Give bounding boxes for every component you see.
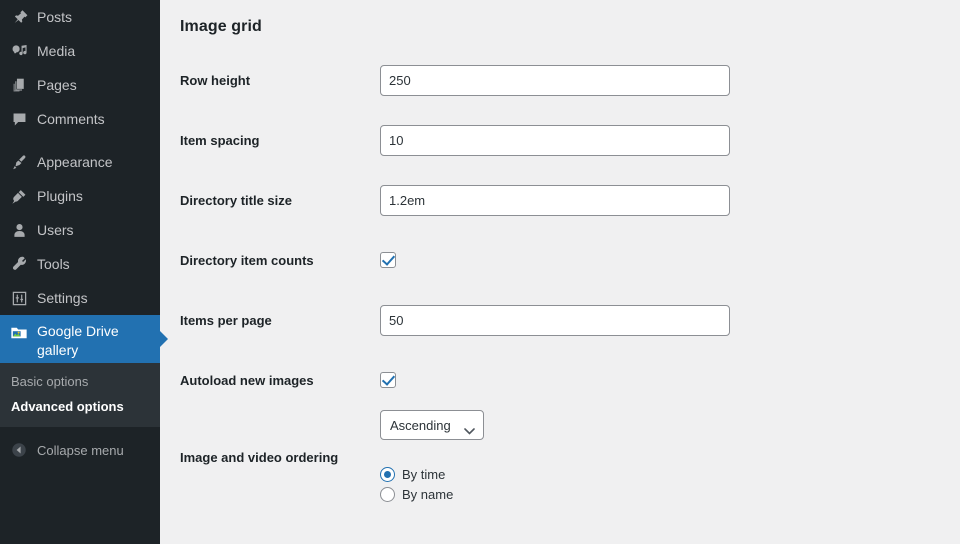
sort-by-name-option[interactable]: By name	[380, 484, 940, 504]
row-height-input[interactable]	[380, 65, 730, 96]
directory-title-size-input[interactable]	[380, 185, 730, 216]
field-row-directory-item-counts: Directory item counts	[180, 230, 940, 290]
sidebar-item-label: Tools	[37, 257, 70, 271]
submenu-item-advanced-options[interactable]: Advanced options	[0, 394, 160, 419]
field-label-row-height: Row height	[180, 50, 380, 110]
sidebar-item-media[interactable]: Media	[0, 34, 160, 68]
item-spacing-input[interactable]	[380, 125, 730, 156]
sidebar-separator	[0, 136, 160, 145]
ordering-select[interactable]: Ascending Descending	[380, 410, 484, 440]
sort-by-radio-group: By time By name	[380, 462, 940, 504]
field-row-row-height: Row height	[180, 50, 940, 110]
ordering-select-wrap: Ascending Descending	[380, 410, 484, 440]
sidebar-item-users[interactable]: Users	[0, 213, 160, 247]
field-label-item-spacing: Item spacing	[180, 110, 380, 170]
field-label-items-per-page: Items per page	[180, 290, 380, 350]
sidebar-item-google-drive-gallery[interactable]: Google Drive gallery	[0, 315, 160, 363]
sidebar-item-pages[interactable]: Pages	[0, 68, 160, 102]
field-row-image-video-ordering: Image and video ordering Ascending Desce…	[180, 410, 940, 504]
pin-icon	[9, 7, 29, 27]
collapse-menu-label: Collapse menu	[37, 443, 124, 458]
sort-by-time-option[interactable]: By time	[380, 464, 940, 484]
field-row-items-per-page: Items per page	[180, 290, 940, 350]
sidebar-item-settings[interactable]: Settings	[0, 281, 160, 315]
items-per-page-input[interactable]	[380, 305, 730, 336]
pages-icon	[9, 75, 29, 95]
sliders-icon	[9, 288, 29, 308]
media-icon	[9, 41, 29, 61]
sort-by-time-label: By time	[402, 467, 445, 482]
directory-item-counts-checkbox[interactable]	[380, 252, 396, 268]
sidebar-item-tools[interactable]: Tools	[0, 247, 160, 281]
sidebar-submenu: Basic options Advanced options	[0, 363, 160, 427]
user-icon	[9, 220, 29, 240]
wrench-icon	[9, 254, 29, 274]
collapse-menu-button[interactable]: Collapse menu	[0, 433, 160, 467]
sort-by-name-label: By name	[402, 487, 453, 502]
field-label-image-video-ordering: Image and video ordering	[180, 410, 380, 504]
image-folder-icon	[9, 323, 29, 343]
sidebar-item-label: Pages	[37, 78, 77, 92]
field-row-directory-title-size: Directory title size	[180, 170, 940, 230]
collapse-left-icon	[9, 442, 29, 458]
field-label-autoload-new-images: Autoload new images	[180, 350, 380, 410]
comment-icon	[9, 109, 29, 129]
sidebar-item-label: Google Drive gallery	[37, 322, 142, 360]
field-row-autoload-new-images: Autoload new images	[180, 350, 940, 410]
sidebar-item-posts[interactable]: Posts	[0, 0, 160, 34]
sort-by-name-radio[interactable]	[380, 487, 395, 502]
sidebar-item-label: Appearance	[37, 155, 113, 169]
admin-sidebar: Posts Media Pages	[0, 0, 160, 544]
plug-icon	[9, 186, 29, 206]
field-row-item-spacing: Item spacing	[180, 110, 940, 170]
submenu-item-basic-options[interactable]: Basic options	[0, 369, 160, 394]
sidebar-item-label: Media	[37, 44, 75, 58]
sidebar-item-label: Posts	[37, 10, 72, 24]
sidebar-item-label: Users	[37, 223, 74, 237]
sort-by-time-radio[interactable]	[380, 467, 395, 482]
sidebar-item-appearance[interactable]: Appearance	[0, 145, 160, 179]
settings-content: Image grid Row height Item spacing Dire	[160, 0, 960, 544]
field-label-directory-title-size: Directory title size	[180, 170, 380, 230]
field-label-directory-item-counts: Directory item counts	[180, 230, 380, 290]
settings-form-table: Row height Item spacing Directory title …	[180, 50, 940, 504]
admin-page: Posts Media Pages	[0, 0, 960, 544]
sidebar-item-label: Settings	[37, 291, 88, 305]
sidebar-item-label: Plugins	[37, 189, 83, 203]
paintbrush-icon	[9, 152, 29, 172]
page-title: Image grid	[180, 18, 960, 36]
sidebar-item-label: Comments	[37, 112, 105, 126]
sidebar-item-comments[interactable]: Comments	[0, 102, 160, 136]
sidebar-item-plugins[interactable]: Plugins	[0, 179, 160, 213]
autoload-new-images-checkbox[interactable]	[380, 372, 396, 388]
